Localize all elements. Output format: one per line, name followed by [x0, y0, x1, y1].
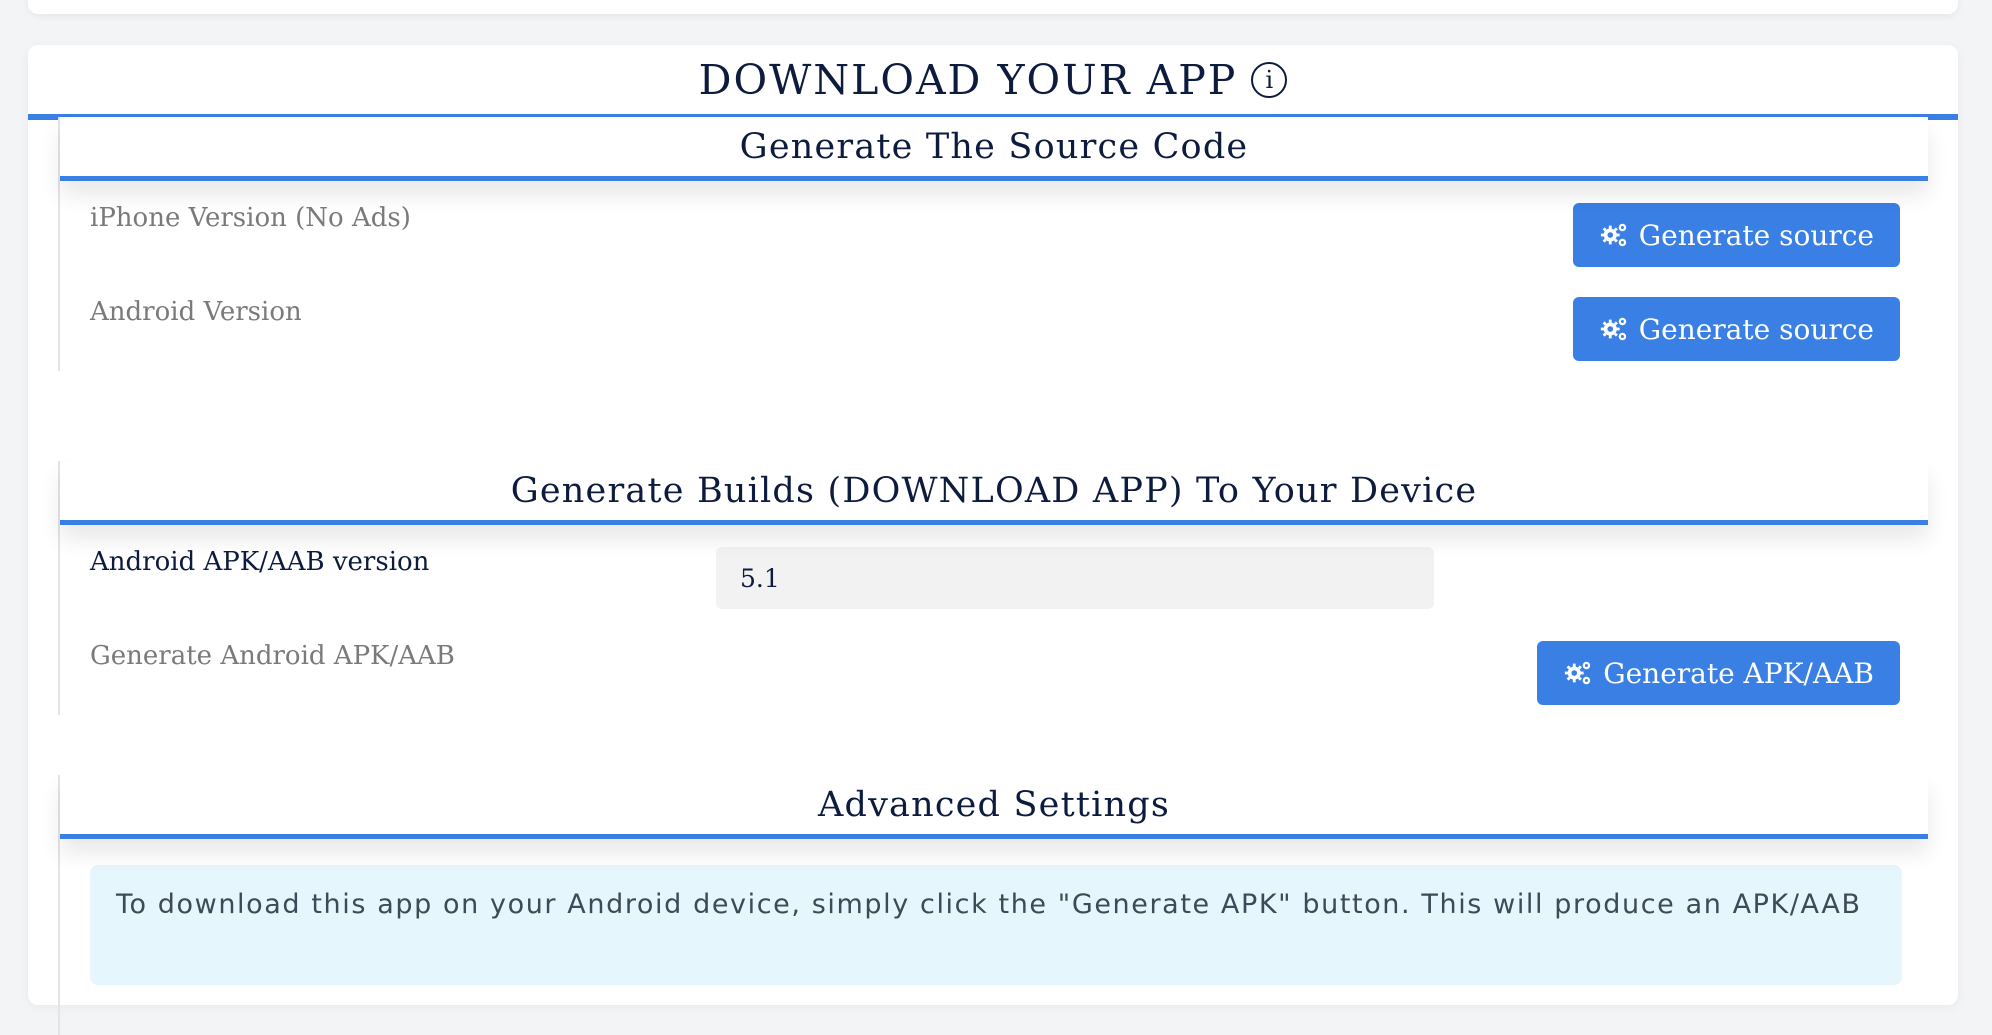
advanced-settings-section: Advanced Settings To download this app o… [58, 775, 1928, 1035]
iphone-version-row: iPhone Version (No Ads) Generate source [60, 183, 1928, 277]
download-app-card: DOWNLOAD YOUR APP i Generate The Source … [28, 45, 1958, 1035]
generate-apk-button[interactable]: Generate APK/AAB [1537, 641, 1900, 705]
button-label: Generate source [1638, 312, 1874, 346]
android-version-label: Android Version [90, 297, 302, 327]
generate-apk-label: Generate Android APK/AAB [90, 641, 455, 671]
source-code-section: Generate The Source Code iPhone Version … [58, 117, 1928, 371]
section-title: Generate Builds (DOWNLOAD APP) To Your D… [510, 470, 1478, 511]
button-label: Generate APK/AAB [1603, 656, 1874, 690]
info-alert: To download this app on your Android dev… [90, 865, 1902, 985]
previous-card [28, 0, 1958, 14]
builds-section: Generate Builds (DOWNLOAD APP) To Your D… [58, 461, 1928, 715]
iphone-version-label: iPhone Version (No Ads) [90, 203, 411, 233]
apk-version-row: Android APK/AAB version [60, 527, 1928, 621]
section-header: Generate Builds (DOWNLOAD APP) To Your D… [60, 461, 1928, 525]
card-header: DOWNLOAD YOUR APP i [28, 45, 1958, 120]
section-title: Generate The Source Code [739, 126, 1249, 167]
section-title: Advanced Settings [817, 784, 1171, 825]
android-version-row: Android Version Generate source [60, 277, 1928, 371]
info-alert-text: To download this app on your Android dev… [116, 889, 1862, 920]
apk-version-input[interactable] [716, 547, 1434, 609]
section-header: Generate The Source Code [60, 117, 1928, 181]
gears-icon [1600, 223, 1626, 247]
gears-icon [1565, 661, 1591, 685]
apk-version-label: Android APK/AAB version [90, 547, 430, 577]
generate-android-source-button[interactable]: Generate source [1572, 297, 1900, 361]
generate-apk-row: Generate Android APK/AAB Generate APK/AA… [60, 621, 1928, 715]
page-title: DOWNLOAD YOUR APP [698, 55, 1238, 104]
button-label: Generate source [1638, 218, 1874, 252]
info-icon[interactable]: i [1251, 61, 1288, 98]
section-header: Advanced Settings [60, 775, 1928, 839]
generate-iphone-source-button[interactable]: Generate source [1572, 203, 1900, 267]
gears-icon [1600, 317, 1626, 341]
